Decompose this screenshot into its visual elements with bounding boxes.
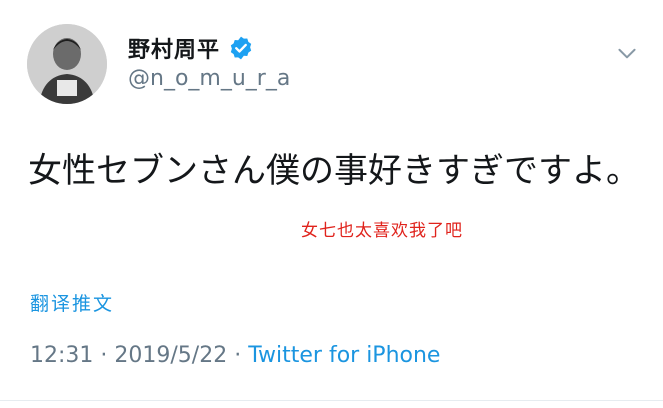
tweet-source-link[interactable]: Twitter for iPhone [248,343,440,368]
verified-badge-icon [230,36,252,60]
translate-tweet-link[interactable]: 翻译推文 [30,289,114,316]
avatar[interactable] [27,24,107,104]
author-handle[interactable]: @n_o_m_u_r_a [128,66,290,91]
author-display-name[interactable]: 野村周平 [128,32,220,64]
meta-separator: · [100,343,108,368]
meta-separator: · [234,343,242,368]
tweet-metadata: 12:31 · 2019/5/22 · Twitter for iPhone [30,343,440,368]
tweet-time: 12:31 [30,343,94,368]
divider [0,400,663,401]
chevron-down-icon[interactable] [614,40,640,66]
translation-annotation: 女七也太喜欢我了吧 [301,221,463,241]
avatar-photo [27,24,107,104]
tweet-text: 女性セブンさん僕の事好きすぎですよ。 [28,151,640,191]
tweet-date: 2019/5/22 [114,343,228,368]
author-name-row: 野村周平 [128,32,254,64]
